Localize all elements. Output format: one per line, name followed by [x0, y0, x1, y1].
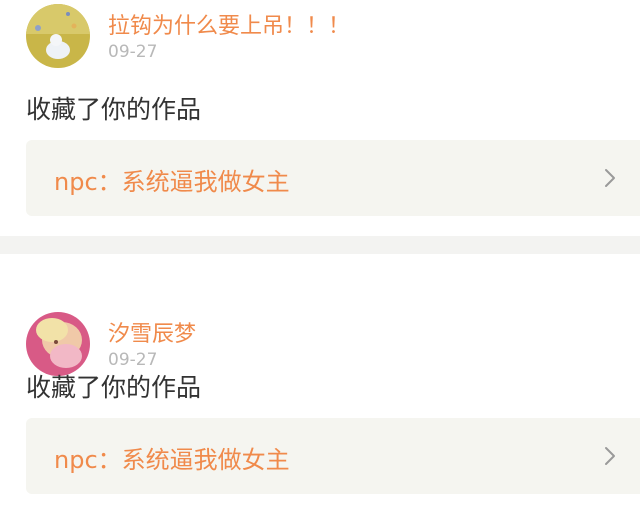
username[interactable]: 汐雪辰梦: [108, 316, 196, 348]
chevron-right-icon: [605, 169, 615, 187]
avatar-icon: [26, 4, 90, 68]
chevron-right-icon: [605, 447, 615, 465]
notification-feed: 拉钩为什么要上吊！！！ 09-27 收藏了你的作品 npc：系统逼我做女主 汐雪…: [0, 0, 640, 514]
work-link[interactable]: npc：系统逼我做女主: [26, 418, 640, 494]
notification-header: 汐雪辰梦 09-27: [0, 282, 640, 376]
action-text: 收藏了你的作品: [26, 373, 202, 402]
username[interactable]: 拉钩为什么要上吊！！！: [108, 8, 350, 40]
avatar[interactable]: [26, 4, 90, 68]
timestamp: 09-27: [108, 42, 158, 62]
notification-header: 拉钩为什么要上吊！！！ 09-27: [0, 0, 640, 80]
avatar[interactable]: [26, 312, 90, 376]
notification-card: 拉钩为什么要上吊！！！ 09-27 收藏了你的作品 npc：系统逼我做女主: [0, 0, 640, 236]
work-title: npc：系统逼我做女主: [54, 446, 290, 474]
timestamp: 09-27: [108, 350, 158, 370]
work-title: npc：系统逼我做女主: [54, 168, 290, 196]
avatar-icon: [26, 312, 90, 376]
work-link[interactable]: npc：系统逼我做女主: [26, 140, 640, 216]
notification-card: 汐雪辰梦 09-27 收藏了你的作品 npc：系统逼我做女主: [0, 254, 640, 514]
section-divider: [0, 236, 640, 254]
action-text: 收藏了你的作品: [26, 95, 202, 124]
